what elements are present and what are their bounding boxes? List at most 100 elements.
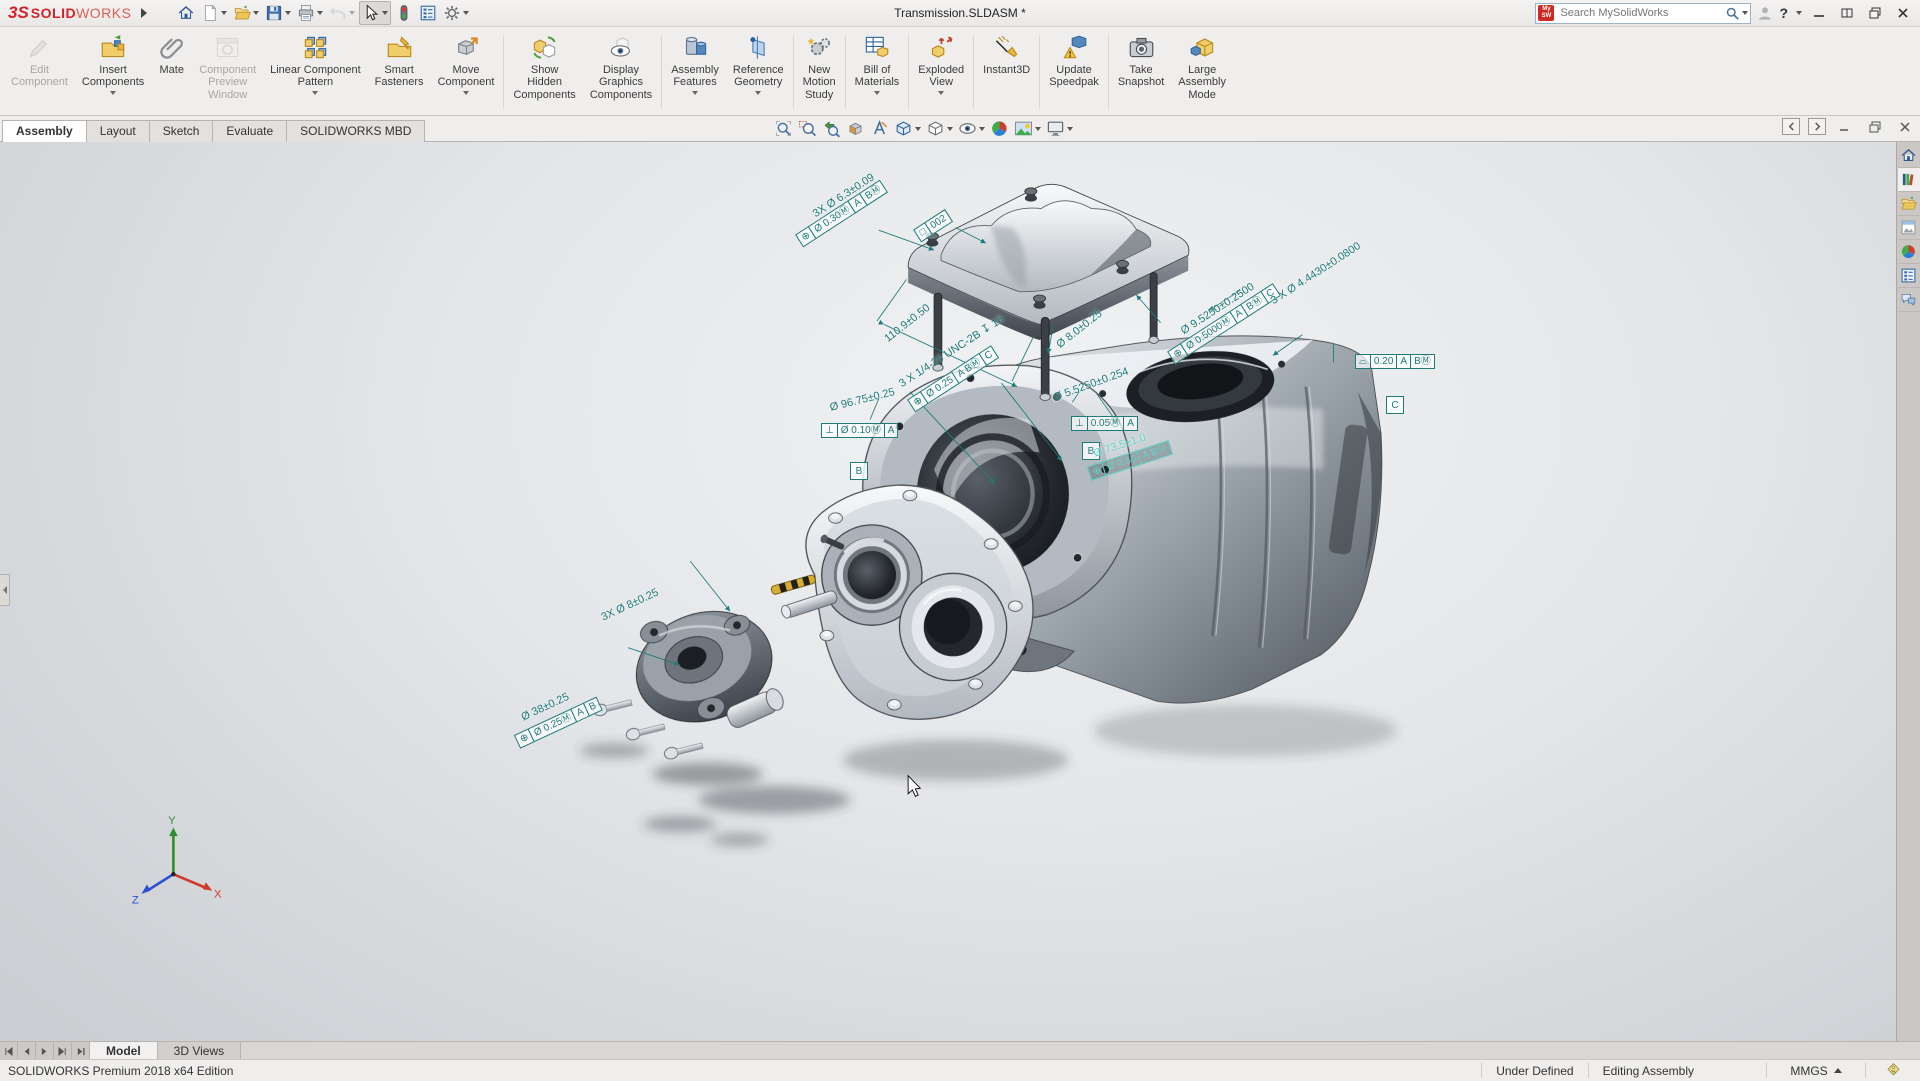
feature-control-frame[interactable]: ⊥0.05ⓂA — [1072, 416, 1138, 431]
tab-solidworks-mbd[interactable]: SOLIDWORKS MBD — [286, 120, 425, 142]
tags-icon[interactable] — [1865, 1063, 1920, 1078]
select-button[interactable] — [359, 1, 391, 25]
ribbon-large-assembly-mode[interactable]: LargeAssemblyMode — [1171, 29, 1233, 115]
taskpane-home-button[interactable] — [1898, 144, 1920, 168]
dropdown-caret-icon[interactable] — [1035, 127, 1041, 131]
search-dropdown-icon[interactable] — [1742, 11, 1748, 15]
taskpane-design-library-button[interactable] — [1898, 168, 1920, 192]
login-user-icon[interactable] — [1757, 5, 1773, 21]
ribbon-assembly-features[interactable]: AssemblyFeatures — [664, 29, 726, 115]
fileprops-button[interactable] — [417, 2, 439, 24]
ribbon-new-motion-study[interactable]: NewMotionStudy — [796, 29, 843, 115]
dropdown-caret-icon[interactable] — [463, 91, 469, 95]
menu-expand-icon[interactable] — [141, 8, 147, 18]
ribbon-linearcomponent-pattern[interactable]: Linear ComponentPattern — [263, 29, 368, 115]
doc-restore-button[interactable] — [1864, 118, 1886, 135]
ribbon-take-snapshot[interactable]: TakeSnapshot — [1111, 29, 1171, 115]
taskpane-view-palette-button[interactable] — [1898, 216, 1920, 240]
dropdown-caret-icon[interactable] — [938, 91, 944, 95]
minimize-button[interactable] — [1808, 4, 1830, 22]
previous-view-button[interactable] — [820, 118, 843, 139]
restore-button[interactable] — [1864, 4, 1886, 22]
ribbon-billof-materials[interactable]: Bill ofMaterials — [848, 29, 907, 115]
dropdown-caret-icon[interactable] — [463, 11, 469, 15]
dropdown-caret-icon[interactable] — [285, 11, 291, 15]
tab-list-button[interactable] — [72, 1042, 90, 1060]
tab-first-button[interactable] — [0, 1042, 18, 1060]
taskpane-custom-properties-button[interactable] — [1898, 264, 1920, 288]
ribbon-show-hidden-components[interactable]: ShowHiddenComponents — [506, 29, 582, 115]
open-button[interactable] — [231, 2, 261, 24]
ribbon-exploded-view[interactable]: ExplodedView — [911, 29, 971, 115]
apply-scene-button[interactable] — [1012, 118, 1043, 139]
units-selector[interactable]: MMGS — [1766, 1063, 1865, 1078]
section-view-button[interactable] — [844, 118, 867, 139]
taskpane-solidworks-forum-button[interactable] — [1898, 288, 1920, 312]
dropdown-caret-icon[interactable] — [979, 127, 985, 131]
doc-close-button[interactable] — [1894, 118, 1916, 135]
datum-label[interactable]: B — [850, 462, 868, 480]
datum-label[interactable]: C — [1386, 396, 1404, 414]
dropdown-caret-icon[interactable] — [253, 11, 259, 15]
dropdown-caret-icon[interactable] — [312, 91, 318, 95]
dynamic-annotation-views-button[interactable] — [868, 118, 891, 139]
tab-sketch[interactable]: Sketch — [149, 120, 214, 142]
rebuild-button[interactable] — [393, 2, 415, 24]
display-style-button[interactable] — [924, 118, 955, 139]
pane-left-button[interactable] — [1782, 118, 1800, 135]
ribbon-move-component[interactable]: MoveComponent — [431, 29, 502, 115]
view-orientation-button[interactable] — [892, 118, 923, 139]
dropdown-caret-icon[interactable] — [110, 91, 116, 95]
zoom-to-area-button[interactable] — [796, 118, 819, 139]
dropdown-caret-icon[interactable] — [349, 11, 355, 15]
hide-show-items-button[interactable] — [956, 118, 987, 139]
bottom-tab-3d-views[interactable]: 3D Views — [158, 1042, 241, 1060]
tab-last-button[interactable] — [54, 1042, 72, 1060]
search-box[interactable]: MySW — [1535, 3, 1751, 24]
undo-button[interactable] — [327, 2, 357, 24]
newdoc-button[interactable] — [199, 2, 229, 24]
ribbon-instant3d[interactable]: Instant3D — [976, 29, 1037, 115]
dropdown-caret-icon[interactable] — [692, 91, 698, 95]
tab-evaluate[interactable]: Evaluate — [212, 120, 287, 142]
print-button[interactable] — [295, 2, 325, 24]
search-input[interactable] — [1558, 6, 1725, 20]
dropdown-caret-icon[interactable] — [221, 11, 227, 15]
home2-button[interactable] — [175, 2, 197, 24]
graphics-area[interactable]: Y X Z 3X Ø 6.3±0.09⊕Ø 0.30ⓂABⓂ□002110.9±… — [0, 142, 1920, 1041]
feature-tree-collapse-handle[interactable] — [0, 574, 10, 606]
ribbon-mate[interactable]: Mate — [151, 29, 192, 115]
resize-panes-button[interactable] — [1836, 4, 1858, 22]
feature-control-frame[interactable]: ⌓0.20ABⓂ — [1356, 354, 1435, 369]
feature-control-frame[interactable]: ⊥Ø 0.10ⓂA — [822, 423, 898, 438]
dropdown-caret-icon[interactable] — [382, 11, 388, 15]
dropdown-caret-icon[interactable] — [1067, 127, 1073, 131]
dropdown-caret-icon[interactable] — [755, 91, 761, 95]
taskpane-appearances-scenes-button[interactable] — [1898, 240, 1920, 264]
ribbon-insert-components[interactable]: InsertComponents — [75, 29, 151, 115]
search-icon[interactable] — [1725, 6, 1740, 21]
help-button[interactable]: ? — [1779, 5, 1788, 21]
ribbon-display-graphics-components[interactable]: DisplayGraphicsComponents — [583, 29, 659, 115]
dropdown-caret-icon[interactable] — [317, 11, 323, 15]
dropdown-caret-icon[interactable] — [915, 127, 921, 131]
ribbon-reference-geometry[interactable]: ReferenceGeometry — [726, 29, 791, 115]
save-button[interactable] — [263, 2, 293, 24]
view-settings-button[interactable] — [1044, 118, 1075, 139]
tab-prev-button[interactable] — [18, 1042, 36, 1060]
tab-next-button[interactable] — [36, 1042, 54, 1060]
dropdown-caret-icon[interactable] — [947, 127, 953, 131]
bottom-tab-model[interactable]: Model — [90, 1042, 158, 1060]
dropdown-caret-icon[interactable] — [874, 91, 880, 95]
doc-minimize-button[interactable] — [1834, 118, 1856, 135]
ribbon-smart-fasteners[interactable]: SmartFasteners — [368, 29, 431, 115]
tab-layout[interactable]: Layout — [86, 120, 150, 142]
close-button[interactable] — [1892, 4, 1914, 22]
options-button[interactable] — [441, 2, 471, 24]
edit-appearance-button[interactable] — [988, 118, 1011, 139]
pane-right-button[interactable] — [1808, 118, 1826, 135]
zoom-to-fit-button[interactable] — [772, 118, 795, 139]
ribbon-update-speedpak[interactable]: UpdateSpeedpak — [1042, 29, 1106, 115]
tab-assembly[interactable]: Assembly — [2, 120, 87, 142]
help-dropdown-icon[interactable] — [1796, 11, 1802, 15]
